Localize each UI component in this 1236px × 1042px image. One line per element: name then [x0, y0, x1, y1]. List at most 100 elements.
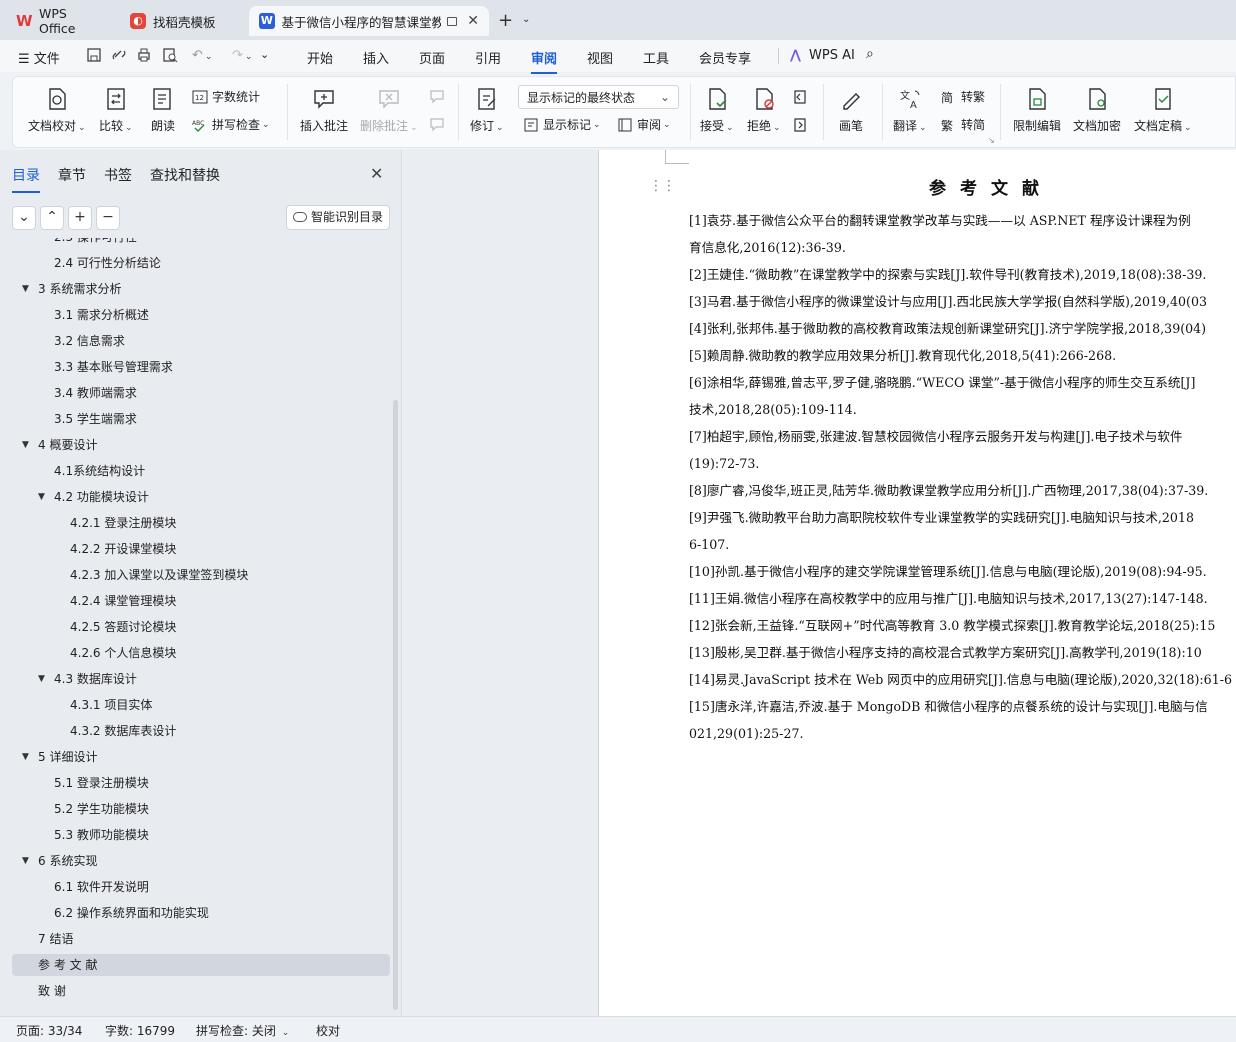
prev-revision-icon[interactable]: [791, 88, 809, 106]
toc-item[interactable]: ▼ 4.2 功能模块设计: [12, 486, 390, 508]
expand-arrow-icon[interactable]: ▼: [38, 668, 45, 690]
tab-document[interactable]: W 基于微信小程序的智慧课堂教 ✕: [249, 6, 489, 36]
next-comment-icon[interactable]: [428, 116, 446, 134]
collapse-all-icon[interactable]: ⌄: [12, 206, 36, 230]
compare-button[interactable]: 比较 ⌄: [99, 86, 133, 134]
tab-daoke-templates[interactable]: ◐ 找稻壳模板: [120, 6, 244, 36]
close-tab-icon[interactable]: ✕: [467, 13, 479, 29]
word-count-button[interactable]: 12 字数统计: [192, 88, 260, 105]
dialog-launcher-icon[interactable]: ↘: [988, 136, 995, 145]
print-icon[interactable]: [136, 47, 152, 63]
smart-toc-button[interactable]: 智能识别目录: [286, 205, 390, 230]
next-revision-icon[interactable]: [791, 116, 809, 134]
wps-ai-button[interactable]: WPS AI: [809, 48, 855, 63]
remove-heading-icon[interactable]: −: [96, 206, 120, 230]
toc-item[interactable]: 参 考 文 献: [12, 954, 390, 976]
toc-item[interactable]: 5.3 教师功能模块: [12, 824, 390, 846]
prev-comment-icon[interactable]: [428, 88, 446, 106]
tab-wps-office[interactable]: W WPS Office: [6, 6, 114, 36]
markup-state-select[interactable]: 显示标记的最终状态 ⌄: [518, 85, 679, 109]
expand-arrow-icon[interactable]: ▼: [22, 434, 29, 456]
expand-arrow-icon[interactable]: ▼: [22, 746, 29, 768]
expand-arrow-icon[interactable]: ▼: [38, 486, 45, 508]
save-icon[interactable]: [86, 47, 102, 63]
tab-toc[interactable]: 目录: [12, 165, 40, 193]
word-count-indicator[interactable]: 字数: 16799: [105, 1022, 175, 1039]
to-simplified-button[interactable]: 繁 转简: [941, 116, 985, 133]
monitor-icon[interactable]: [446, 16, 458, 26]
undo-icon[interactable]: ↶ ⌄: [192, 48, 212, 63]
insert-comment-button[interactable]: 插入批注: [300, 86, 348, 134]
print-preview-icon[interactable]: [162, 47, 178, 63]
expand-arrow-icon[interactable]: ▼: [22, 278, 29, 300]
translate-button[interactable]: 文A 翻译 ⌄: [893, 86, 927, 134]
page-indicator[interactable]: 页面: 33/34: [16, 1022, 82, 1039]
tab-list-chevron-icon[interactable]: ⌄: [522, 14, 530, 25]
revise-button[interactable]: 修订 ⌄: [470, 86, 504, 134]
toc-item[interactable]: 2.4 可行性分析结论: [12, 252, 390, 274]
toc-item[interactable]: 4.3.2 数据库表设计: [12, 720, 390, 742]
toc-item[interactable]: 4.2.6 个人信息模块: [12, 642, 390, 664]
toc-item[interactable]: 4.2.3 加入课堂以及课堂签到模块: [12, 564, 390, 586]
menu-view[interactable]: 视图: [587, 48, 613, 67]
toc-item[interactable]: 4.2.5 答题讨论模块: [12, 616, 390, 638]
finalize-button[interactable]: 文档定稿 ⌄: [1134, 86, 1192, 134]
expand-arrow-icon[interactable]: ▼: [22, 850, 29, 872]
restrict-edit-button[interactable]: 限制编辑: [1013, 86, 1061, 134]
menu-member[interactable]: 会员专享: [699, 48, 751, 67]
share-link-icon[interactable]: [111, 47, 127, 63]
review-pane-button[interactable]: 审阅 ⌄: [617, 116, 671, 133]
toc-item[interactable]: 7 结语: [12, 928, 390, 950]
toc-item[interactable]: 4.2.4 课堂管理模块: [12, 590, 390, 612]
menu-review[interactable]: 审阅: [531, 48, 558, 74]
toc-item[interactable]: 6.1 软件开发说明: [12, 876, 390, 898]
toc-item[interactable]: 4.3.1 项目实体: [12, 694, 390, 716]
toc-scrollbar[interactable]: [393, 400, 398, 1010]
tab-sections[interactable]: 章节: [58, 165, 86, 185]
delete-comment-button[interactable]: 删除批注 ⌄: [360, 86, 418, 134]
accept-button[interactable]: 接受 ⌄: [700, 86, 734, 134]
toc-item[interactable]: 5.1 登录注册模块: [12, 772, 390, 794]
drag-handle-icon[interactable]: ⋮⋮: [649, 178, 676, 194]
document-page[interactable]: ⋮⋮ 参考文献 [1]袁芬.基于微信公众平台的翻转课堂教学改革与实践——以 AS…: [598, 150, 1236, 1016]
toc-item[interactable]: ▼ 5 详细设计: [12, 746, 390, 768]
toc-item[interactable]: 4.1系统结构设计: [12, 460, 390, 482]
toc-item[interactable]: 6.2 操作系统界面和功能实现: [12, 902, 390, 924]
toc-item[interactable]: 5.2 学生功能模块: [12, 798, 390, 820]
toc-item[interactable]: ▼ 4 概要设计: [12, 434, 390, 456]
quick-access-chevron-icon[interactable]: ⌄: [260, 48, 269, 61]
toc-item[interactable]: 3.3 基本账号管理需求: [12, 356, 390, 378]
menu-insert[interactable]: 插入: [363, 48, 389, 67]
doc-check-button[interactable]: 文档校对 ⌄: [28, 86, 86, 134]
toc-item[interactable]: ▼ 6 系统实现: [12, 850, 390, 872]
toc-item[interactable]: 致 谢: [12, 980, 390, 1002]
menu-start[interactable]: 开始: [307, 48, 333, 67]
toc-item[interactable]: 2.3 操作可行性: [12, 238, 390, 248]
spell-check-status[interactable]: 拼写检查: 关闭 ⌄: [196, 1022, 289, 1039]
show-marks-button[interactable]: 显示标记 ⌄: [523, 116, 601, 133]
search-icon[interactable]: ⌕: [866, 46, 874, 62]
ink-button[interactable]: 画笔: [838, 86, 864, 134]
new-tab-icon[interactable]: +: [498, 10, 513, 31]
encrypt-button[interactable]: 文档加密: [1073, 86, 1121, 134]
toc-item[interactable]: 3.1 需求分析概述: [12, 304, 390, 326]
proofread-status[interactable]: 校对: [316, 1022, 340, 1039]
menu-tools[interactable]: 工具: [643, 48, 669, 67]
close-pane-icon[interactable]: ✕: [370, 164, 383, 183]
toc-item[interactable]: 3.4 教师端需求: [12, 382, 390, 404]
reject-button[interactable]: 拒绝 ⌄: [747, 86, 781, 134]
menu-reference[interactable]: 引用: [475, 48, 501, 67]
expand-level-icon[interactable]: ⌃: [40, 206, 64, 230]
add-heading-icon[interactable]: +: [68, 206, 92, 230]
read-aloud-button[interactable]: 朗读: [150, 86, 176, 134]
toc-item[interactable]: 4.2.1 登录注册模块: [12, 512, 390, 534]
spell-check-button[interactable]: ABC 拼写检查 ⌄: [192, 116, 270, 133]
toc-item[interactable]: ▼ 3 系统需求分析: [12, 278, 390, 300]
toc-item[interactable]: 3.2 信息需求: [12, 330, 390, 352]
redo-icon[interactable]: ↷ ⌄: [232, 48, 252, 63]
tab-find-replace[interactable]: 查找和替换: [150, 165, 220, 185]
toc-item[interactable]: ▼ 4.3 数据库设计: [12, 668, 390, 690]
toc-item[interactable]: 3.5 学生端需求: [12, 408, 390, 430]
tab-bookmarks[interactable]: 书签: [104, 165, 132, 185]
toc-item[interactable]: 4.2.2 开设课堂模块: [12, 538, 390, 560]
